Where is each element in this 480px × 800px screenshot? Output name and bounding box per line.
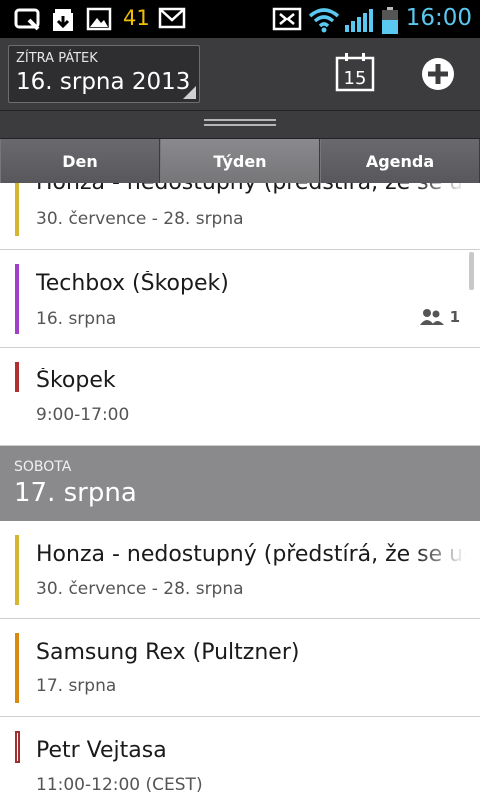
tab-day[interactable]: Den: [0, 139, 160, 183]
day-header: SOBOTA 17. srpna: [0, 446, 480, 521]
gmail-icon: [158, 7, 186, 29]
event-time: 9:00-17:00: [36, 405, 130, 425]
download-icon: [53, 9, 73, 31]
attendee-count: 1: [449, 308, 460, 326]
people-icon: [419, 309, 444, 325]
event-title: Honza - nedostupný (předstírá, že se uč: [36, 542, 466, 567]
tab-week[interactable]: Týden: [160, 139, 320, 183]
agenda-list[interactable]: Honza - nedostupný (předstírá, že se u 3…: [0, 183, 480, 800]
event-date: 16. srpna: [36, 309, 117, 329]
date-value: 16. srpna 2013: [16, 69, 191, 95]
event-date: 30. července - 28. srpna: [36, 209, 244, 229]
event-title: Samsung Rex (Pultzner): [36, 640, 300, 665]
battery-icon: [382, 7, 398, 34]
event-color-bar: [15, 362, 19, 392]
event-item[interactable]: Honza - nedostupný (předstírá, že se uč …: [0, 521, 480, 619]
event-title: Techbox (Škopek): [36, 271, 229, 296]
event-item[interactable]: Techbox (Škopek) 16. srpna 1: [0, 250, 480, 348]
event-item[interactable]: Petr Vejtasa 11:00-12:00 (CEST): [0, 717, 480, 800]
event-color-bar: [15, 633, 19, 703]
event-item[interactable]: Škopek 9:00-17:00: [0, 348, 480, 446]
event-item[interactable]: Samsung Rex (Pultzner) 17. srpna: [0, 619, 480, 717]
screenshot-app-icon: [14, 8, 40, 31]
view-tabs: Den Týden Agenda: [0, 139, 480, 183]
day-date: 17. srpna: [14, 478, 137, 508]
status-clock: 16:00: [405, 5, 472, 31]
date-picker[interactable]: ZÍTRA PÁTEK 16. srpna 2013: [8, 45, 200, 103]
event-item[interactable]: Honza - nedostupný (předstírá, že se u 3…: [0, 183, 480, 250]
list-scrollbar[interactable]: [469, 252, 474, 290]
event-time: 11:00-12:00 (CEST): [36, 775, 203, 795]
event-color-bar: [15, 264, 19, 334]
nfc-icon: [272, 7, 302, 31]
date-caption: ZÍTRA PÁTEK: [16, 51, 98, 66]
event-title: Škopek: [36, 368, 116, 393]
event-title: Honza - nedostupný (předstírá, že se u: [36, 183, 466, 195]
add-event-button[interactable]: [413, 50, 463, 98]
app-header: ZÍTRA PÁTEK 16. srpna 2013 15: [0, 38, 480, 111]
day-of-week: SOBOTA: [14, 459, 72, 475]
calendar-day-number: 15: [344, 68, 367, 89]
event-color-bar: [15, 183, 19, 236]
event-color-bar: [15, 535, 19, 605]
dropdown-corner-icon: [183, 86, 196, 99]
tab-agenda[interactable]: Agenda: [320, 139, 480, 183]
notification-count: 41: [123, 6, 150, 30]
signal-icon: [345, 9, 373, 32]
wifi-icon: [308, 8, 340, 33]
event-date: 30. července - 28. srpna: [36, 579, 244, 599]
today-calendar-button[interactable]: 15: [330, 50, 380, 98]
event-title: Petr Vejtasa: [36, 738, 167, 763]
event-date: 17. srpna: [36, 676, 117, 696]
attendees: 1: [419, 308, 460, 326]
grip-icon: [204, 119, 276, 131]
drawer-handle[interactable]: [0, 111, 480, 139]
status-bar: 41 16:00: [0, 0, 480, 38]
event-color-bar: [15, 731, 20, 763]
image-icon: [86, 7, 112, 31]
